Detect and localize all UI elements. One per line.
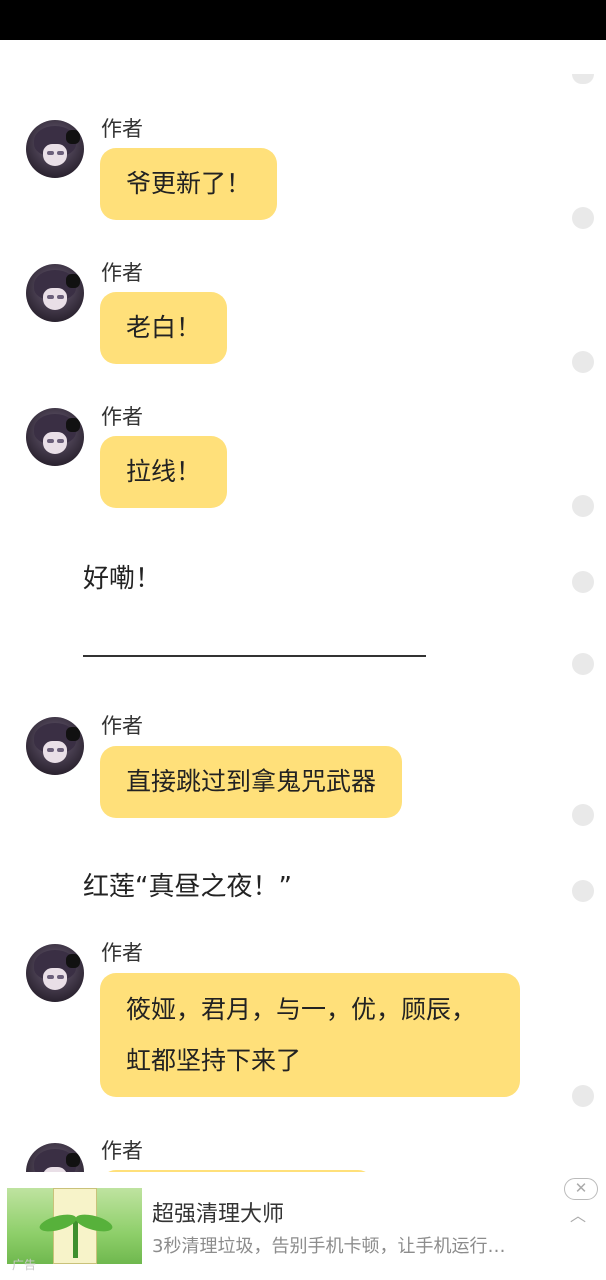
read-status-dot — [572, 1085, 594, 1107]
message-bubble[interactable]: 爷更新了！ — [100, 148, 278, 220]
ad-image[interactable] — [7, 1188, 142, 1264]
chevron-up-icon[interactable]: ︿ — [570, 1202, 586, 1226]
author-avatar[interactable] — [26, 1143, 84, 1172]
narration-text: 红莲“真昼之夜！” — [83, 872, 292, 902]
message-bubble[interactable]: 筱娅，君月，与一，优，顾辰，虹都坚持下来了 — [100, 973, 520, 1097]
read-status-dot — [572, 351, 594, 373]
close-icon[interactable]: ✕ — [564, 1178, 598, 1200]
author-avatar[interactable] — [26, 944, 84, 1002]
author-avatar[interactable] — [26, 717, 84, 775]
message-bubble[interactable]: 老白！ — [100, 292, 228, 364]
chat-thread[interactable]: 作者 爷更新了！ 作者 老白！ 作者 拉线！ 好嘞！ 作者 直接跳过到拿鬼咒武器… — [0, 40, 606, 1172]
author-avatar[interactable] — [26, 120, 84, 178]
status-bar — [0, 0, 606, 40]
author-avatar[interactable] — [26, 408, 84, 466]
read-status-dot — [572, 653, 594, 675]
author-avatar[interactable] — [26, 264, 84, 322]
read-status-dot — [572, 495, 594, 517]
ad-description[interactable]: 3秒清理垃圾，告别手机卡顿，让手机运行… — [152, 1232, 552, 1258]
ad-label: 广告 — [12, 1258, 37, 1272]
author-name: 作者 — [101, 117, 143, 141]
author-name: 作者 — [101, 405, 143, 429]
author-name: 作者 — [101, 714, 143, 738]
divider-line — [83, 655, 426, 657]
ad-banner[interactable]: 超强清理大师 3秒清理垃圾，告别手机卡顿，让手机运行… ✕ ︿ 广告 — [0, 1172, 606, 1280]
read-status-dot — [572, 74, 594, 84]
read-status-dot — [572, 804, 594, 826]
author-name: 作者 — [101, 941, 143, 965]
author-name: 作者 — [101, 1139, 143, 1163]
author-name: 作者 — [101, 261, 143, 285]
read-status-dot — [572, 880, 594, 902]
read-status-dot — [572, 207, 594, 229]
read-status-dot — [572, 571, 594, 593]
message-bubble[interactable]: 直接跳过到拿鬼咒武器 — [100, 746, 403, 818]
message-bubble[interactable]: 拉线！ — [100, 436, 228, 508]
narration-text: 好嘞！ — [83, 564, 162, 594]
ad-title[interactable]: 超强清理大师 — [152, 1196, 284, 1228]
